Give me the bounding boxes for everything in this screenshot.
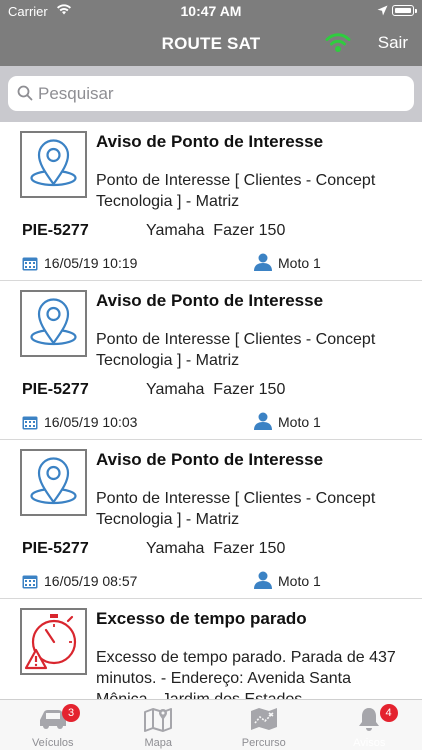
search-bar (0, 66, 422, 122)
bell-icon (317, 706, 422, 737)
map-icon (106, 706, 212, 737)
vehicle-plate: PIE-5277 (22, 222, 89, 239)
tab-bar: 3 Veículos Mapa Percurso 4 Avisos (0, 699, 422, 750)
alert-datetime: 16/05/19 10:03 (44, 414, 138, 430)
vehicles-badge: 3 (62, 704, 80, 722)
alert-thumbnail (20, 131, 87, 198)
alert-description: Ponto de Interesse [ Clientes - Concept … (96, 490, 376, 528)
alert-list-item[interactable]: Aviso de Ponto de Interesse Ponto de Int… (0, 122, 422, 281)
map-pin-icon (30, 298, 77, 346)
tab-label: Veículos (31, 737, 74, 749)
vehicle-model: Yamaha Fazer 150 (146, 381, 286, 398)
calendar-icon (22, 574, 38, 594)
tab-vehicles[interactable]: 3 Veículos (0, 700, 106, 750)
driver-icon (253, 253, 273, 276)
header-bar: Carrier 10:47 AM ROUTE SAT Sair (0, 0, 422, 66)
search-field[interactable] (8, 76, 414, 111)
driver-icon (253, 571, 273, 594)
location-arrow-icon (377, 4, 388, 19)
alert-description: Excesso de tempo parado. Parada de 437 m… (96, 649, 396, 699)
driver-name: Moto 1 (278, 414, 321, 430)
alert-datetime: 16/05/19 10:19 (44, 255, 138, 271)
nav-bar: ROUTE SAT Sair (0, 22, 422, 66)
stopwatch-warning-icon (24, 614, 77, 670)
alert-title: Aviso de Ponto de Interesse (96, 132, 324, 151)
battery-icon (392, 5, 417, 16)
vehicle-plate: PIE-5277 (22, 540, 89, 557)
alert-list-item[interactable]: Excesso de tempo parado Excesso de tempo… (0, 599, 422, 699)
vehicle-model: Yamaha Fazer 150 (146, 222, 286, 239)
alert-title: Aviso de Ponto de Interesse (96, 450, 324, 469)
search-icon (17, 85, 33, 106)
app-title: ROUTE SAT (161, 34, 261, 53)
tab-alerts[interactable]: 4 Avisos (317, 700, 422, 750)
gps-signal-icon (323, 30, 353, 59)
alert-title: Aviso de Ponto de Interesse (96, 291, 324, 310)
tab-label: Percurso (241, 737, 286, 749)
alert-thumbnail (20, 608, 87, 675)
alert-list-item[interactable]: Aviso de Ponto de Interesse Ponto de Int… (0, 281, 422, 440)
alert-thumbnail (20, 449, 87, 516)
alert-thumbnail (20, 290, 87, 357)
alert-list-item[interactable]: Aviso de Ponto de Interesse Ponto de Int… (0, 440, 422, 599)
driver-icon (253, 412, 273, 435)
map-pin-icon (30, 139, 77, 187)
alert-list[interactable]: Aviso de Ponto de Interesse Ponto de Int… (0, 122, 422, 699)
tab-label: Avisos (353, 737, 386, 749)
alert-description: Ponto de Interesse [ Clientes - Concept … (96, 331, 376, 369)
vehicle-model: Yamaha Fazer 150 (146, 540, 286, 557)
alert-datetime: 16/05/19 08:57 (44, 573, 138, 589)
calendar-icon (22, 256, 38, 276)
map-pin-icon (30, 457, 77, 505)
tab-label: Mapa (144, 737, 173, 749)
alert-title: Excesso de tempo parado (96, 609, 307, 628)
route-map-icon (211, 706, 317, 737)
vehicle-plate: PIE-5277 (22, 381, 89, 398)
calendar-icon (22, 415, 38, 435)
logout-button[interactable]: Sair (378, 33, 408, 53)
driver-name: Moto 1 (278, 573, 321, 589)
status-bar: Carrier 10:47 AM (0, 0, 422, 22)
car-icon (0, 706, 106, 735)
alerts-badge: 4 (379, 704, 398, 722)
search-input[interactable] (38, 76, 398, 111)
tab-route[interactable]: Percurso (211, 700, 317, 750)
alert-description: Ponto de Interesse [ Clientes - Concept … (96, 172, 376, 210)
tab-map[interactable]: Mapa (106, 700, 212, 750)
driver-name: Moto 1 (278, 255, 321, 271)
status-time: 10:47 AM (180, 3, 242, 19)
